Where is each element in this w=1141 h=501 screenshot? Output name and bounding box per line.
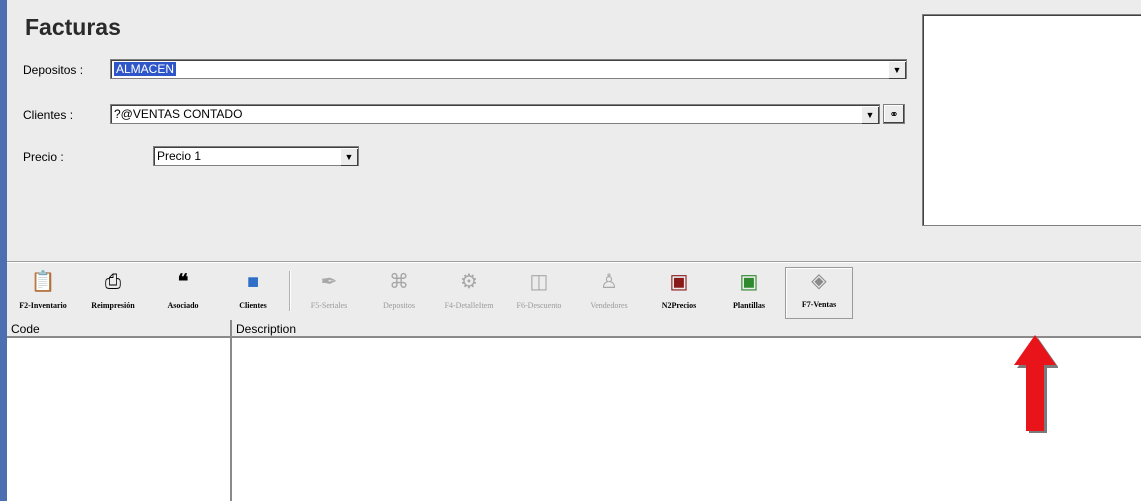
toolbar-button-label: Reimpresión	[91, 301, 135, 310]
toolbar-button-label: F4-DetalleItem	[444, 301, 494, 310]
column-header-code[interactable]: Code	[11, 322, 40, 336]
toolbar-separator	[289, 271, 291, 311]
invoice-header-panel: Facturas Depositos : ALMACEN ▼ Clientes …	[7, 0, 1141, 262]
toolbar-button-seriales[interactable]: ✒ F5-Seriales	[295, 269, 363, 317]
discount-icon: ◫	[529, 271, 549, 293]
price-book-icon: ▣	[669, 271, 689, 293]
warehouse-icon: ⌘	[389, 271, 409, 293]
toolbar-button-label: F7-Ventas	[801, 300, 837, 309]
toolbar-button-label: Depositos	[383, 301, 415, 310]
toolbar-button-label: N2Precios	[661, 301, 697, 310]
tag-icon: ✒	[320, 271, 338, 293]
toolbar-button-label: Clientes	[239, 301, 267, 310]
toolbar-button-ventas[interactable]: ◈ F7-Ventas	[785, 267, 853, 319]
toolbar-button-label: Asociado	[167, 301, 199, 310]
precio-combo[interactable]: Precio 1 ▼	[153, 146, 359, 166]
chevron-down-icon[interactable]: ▼	[861, 106, 878, 123]
toolbar-button-clientes[interactable]: ■ Clientes	[219, 269, 287, 317]
toolbar-button-depositos[interactable]: ⌘ Depositos	[365, 269, 433, 317]
printer-icon: ⎙	[105, 271, 121, 293]
toolbar-button-label: F5-Seriales	[310, 301, 348, 310]
toolbar-button-detalleitem[interactable]: ⚙ F4-DetalleItem	[435, 269, 503, 317]
toolbar-button-precios[interactable]: ▣ N2Precios	[645, 269, 713, 317]
clientes-combo[interactable]: ?@VENTAS CONTADO ▼	[110, 104, 880, 124]
users-icon: ‎❝	[177, 271, 189, 293]
column-divider[interactable]	[230, 320, 232, 501]
depositos-value: ALMACEN	[114, 62, 177, 76]
toolbar-button-label: F2-Inventario	[19, 301, 67, 310]
chevron-down-icon[interactable]: ▼	[888, 61, 905, 78]
chevron-down-icon[interactable]: ▼	[340, 148, 357, 165]
toolbar-button-reimpresion[interactable]: ⎙ Reimpresión	[79, 269, 147, 317]
toolbar-button-label: Vendedores	[590, 301, 628, 310]
sales-icon: ◈	[811, 270, 827, 292]
clientes-value: ?@VENTAS CONTADO	[114, 107, 243, 121]
detail-icon: ⚙	[460, 271, 478, 293]
clipboard-icon: 📋	[30, 271, 56, 293]
preview-panel	[922, 14, 1141, 226]
toolbar-button-plantillas[interactable]: ▣ Plantillas	[715, 269, 783, 317]
toolbar-button-label: Plantillas	[732, 301, 765, 310]
depositos-label: Depositos :	[23, 63, 84, 77]
search-client-button[interactable]: ⚭	[883, 104, 905, 124]
toolbar-button-inventario[interactable]: 📋 F2-Inventario	[9, 269, 77, 317]
template-icon: ▣	[739, 271, 759, 293]
column-header-description[interactable]: Description	[236, 322, 296, 336]
toolbar-button-asociado[interactable]: ‎❝ Asociado	[149, 269, 217, 317]
grid-header: Code Description	[7, 320, 1141, 338]
toolbar-button-vendedores[interactable]: ♙ Vendedores	[575, 269, 643, 317]
window-left-border	[0, 0, 7, 501]
toolbar-button-descuento[interactable]: ◫ F6-Descuento	[505, 269, 573, 317]
items-grid[interactable]: Code Description	[7, 320, 1141, 501]
annotation-arrow-icon	[1014, 335, 1058, 433]
binoculars-icon: ⚭	[889, 108, 899, 121]
clients-icon: ■	[246, 271, 260, 293]
depositos-combo[interactable]: ALMACEN ▼	[110, 59, 907, 79]
toolbar-button-label: F6-Descuento	[516, 301, 562, 310]
clientes-label: Clientes :	[23, 108, 74, 122]
toolbar: 📋 F2-Inventario ⎙ Reimpresión ‎❝ Asociad…	[7, 262, 1141, 321]
form-title: Facturas	[25, 14, 121, 40]
precio-label: Precio :	[23, 150, 64, 164]
seller-icon: ♙	[600, 271, 618, 293]
precio-value: Precio 1	[157, 149, 202, 163]
